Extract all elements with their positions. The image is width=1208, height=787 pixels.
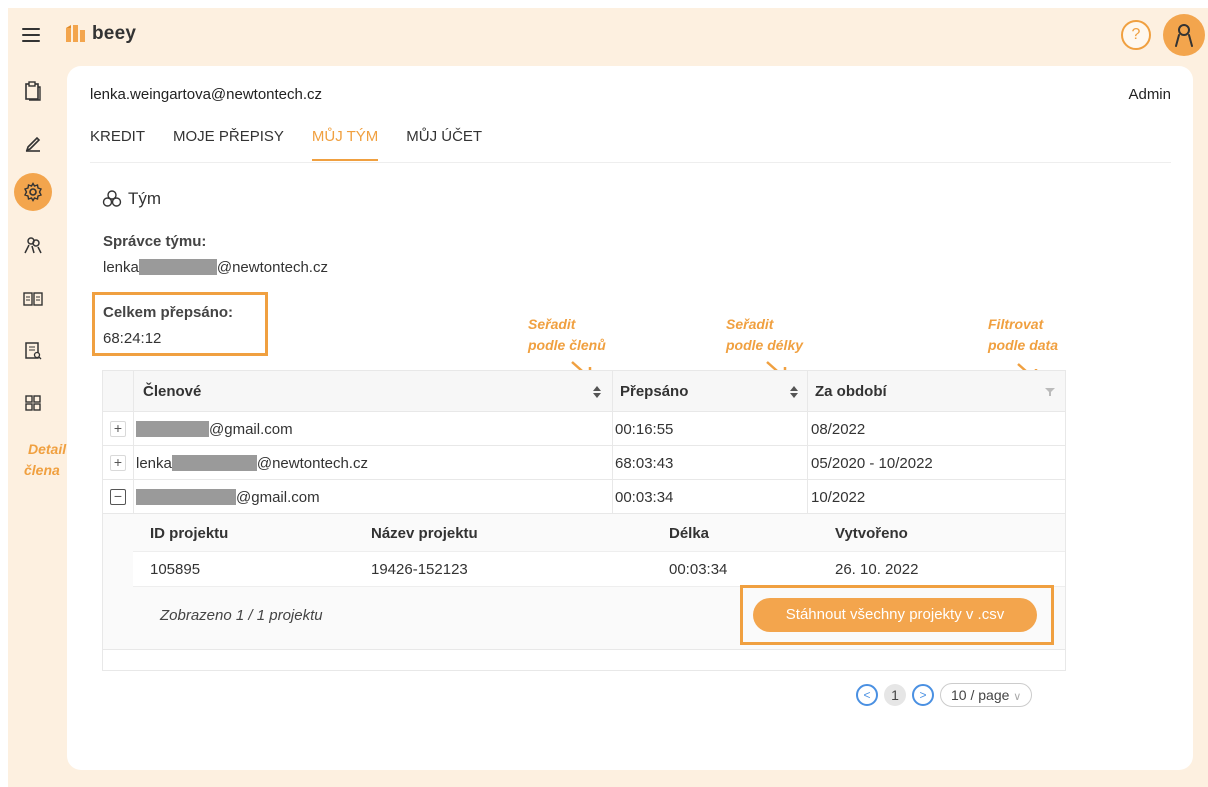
projects-summary: Zobrazeno 1 / 1 projektu [160,607,323,624]
annotation-line: podle délky [726,337,804,353]
logo[interactable]: beey [64,22,136,46]
sidebar-item-team[interactable] [14,226,52,264]
column-period[interactable]: Za období [815,383,887,400]
table-footer-divider [103,649,1065,650]
annotation-line: Filtrovat [988,316,1044,332]
annotation-filter-date: Filtrovat podle data [988,314,1058,356]
table-row[interactable]: + lenka @newtontech.cz 68:03:43 05/2020 -… [103,446,1065,480]
project-created: 26. 10. 2022 [835,561,919,578]
pagination: < 1 > 10 / page ∨ [856,683,1033,707]
tab-my-team[interactable]: MŮJ TÝM [311,128,379,161]
collapse-button[interactable]: − [110,489,126,505]
redacted-block [136,421,209,437]
account-email: lenka.weingartova@newtontech.cz [90,86,323,103]
projects-header-row: ID projektu Název projektu Délka Vytvoře… [133,514,1065,552]
column-members[interactable]: Členové [143,383,201,400]
table-row[interactable]: + @gmail.com 00:16:55 08/2022 [103,412,1065,446]
annotation-line: podle data [988,337,1059,353]
sidebar-item-documents[interactable] [14,332,52,370]
logo-text: beey [92,23,137,44]
clipboard-icon [25,81,41,101]
page-size-value: 10 / page [951,687,1010,703]
chevron-down-icon: ∨ [1013,691,1022,703]
email-prefix: lenka [136,455,172,472]
member-transcribed: 68:03:43 [615,455,674,472]
prev-page-button[interactable]: < [856,684,878,706]
filter-icon[interactable] [1044,387,1056,397]
redacted-block [136,489,236,505]
page-number[interactable]: 1 [884,684,906,706]
project-row[interactable]: 105895 19426-152123 00:03:34 26. 10. 202… [133,552,1065,587]
table-row-expanded[interactable]: − @gmail.com 00:03:34 10/2022 [103,480,1065,514]
admin-email-prefix: lenka [103,259,139,276]
team-cluster-icon [102,190,122,207]
annotation-line: podle členů [528,337,606,353]
column-length: Délka [669,525,710,542]
sidebar-item-clipboard[interactable] [14,72,52,110]
team-title: Tým [128,189,162,208]
pencil-icon [25,136,41,152]
team-admin-email: lenka @newtontech.cz [103,259,328,276]
tabs-divider [90,162,1171,163]
team-icon [24,237,42,254]
members-table: Členové Přepsáno Za období + @gmail.com … [102,370,1066,671]
annotation-line: Seřadit [726,316,774,332]
logo-icon [66,25,85,42]
total-transcribed-value: 68:24:12 [103,330,162,347]
sort-icon[interactable] [789,384,799,400]
annotation-sort-members: Seřadit podle členů [528,314,606,356]
member-period: 10/2022 [811,489,866,506]
grid-icon [25,395,41,411]
column-project-name: Název projektu [371,525,478,542]
sidebar-item-edit[interactable] [14,124,52,162]
expand-button[interactable]: + [110,421,126,437]
project-id: 105895 [150,561,201,578]
document-search-icon [25,342,42,360]
sidebar-item-apps[interactable] [14,384,52,422]
column-created: Vytvořeno [835,525,908,542]
sort-icon[interactable] [592,384,602,400]
expand-button[interactable]: + [110,455,126,471]
next-page-button[interactable]: > [912,684,934,706]
total-transcribed-label: Celkem přepsáno: [103,304,234,321]
sidebar-item-settings[interactable] [14,173,52,211]
redacted-block [171,455,257,471]
email-suffix: @gmail.com [236,489,320,506]
team-admin-label: Správce týmu: [103,233,207,250]
column-transcribed[interactable]: Přepsáno [620,383,688,400]
admin-email-suffix: @newtontech.cz [216,259,328,276]
email-suffix: @newtontech.cz [256,455,368,472]
member-period: 08/2022 [811,421,866,438]
page-size-select[interactable]: 10 / page ∨ [940,683,1033,707]
redacted-block [138,259,217,275]
team-heading: Tým [102,189,161,209]
table-header-row: Členové Přepsáno Za období [103,371,1065,412]
member-email: @gmail.com [136,421,293,438]
member-transcribed: 00:03:34 [615,489,674,506]
menu-icon[interactable] [22,28,40,42]
tab-my-transcripts[interactable]: MOJE PŘEPISY [173,128,284,161]
project-name[interactable]: 19426-152123 [371,561,468,578]
account-role: Admin [1128,86,1171,103]
gear-icon [24,182,42,202]
annotation-sort-length: Seřadit podle délky [726,314,803,356]
member-email: @gmail.com [136,489,320,506]
email-suffix: @gmail.com [209,421,293,438]
help-button[interactable]: ? [1121,20,1151,50]
sidebar-item-book[interactable] [14,280,52,318]
member-transcribed: 00:16:55 [615,421,674,438]
column-project-id: ID projektu [150,525,229,542]
member-period: 05/2020 - 10/2022 [811,455,933,472]
annotation-line: Seřadit [528,316,576,332]
book-icon [23,292,43,306]
download-csv-button[interactable]: Stáhnout všechny projekty v .csv [753,598,1037,632]
user-avatar-button[interactable] [1163,14,1205,56]
tab-credit[interactable]: KREDIT [90,128,145,161]
tab-my-account[interactable]: MŮJ ÚČET [406,128,482,161]
tab-bar: KREDIT MOJE PŘEPISY MŮJ TÝM MŮJ ÚČET [90,128,510,161]
top-bar [8,8,1208,62]
member-email: lenka @newtontech.cz [136,455,368,472]
project-length: 00:03:34 [669,561,728,578]
user-icon [1175,24,1193,47]
